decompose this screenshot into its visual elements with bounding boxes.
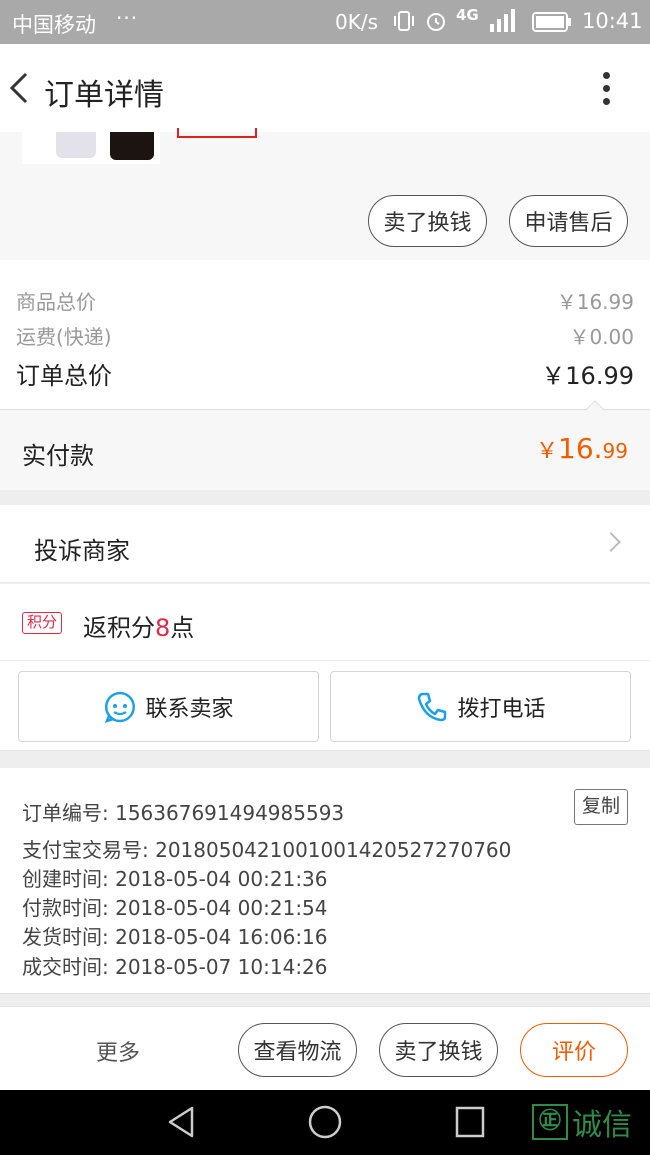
watermark-text: 诚信 <box>572 1108 632 1143</box>
call-phone-label: 拨打电话 <box>457 696 546 722</box>
clock: 10:41 <box>582 9 643 33</box>
price-summary: 商品总价 ￥16.99 运费(快递) ￥0.00 订单总价 ￥16.99 <box>0 260 650 410</box>
alarm-icon <box>427 13 445 31</box>
created-time: 创建时间: 2018-05-04 00:21:36 <box>22 867 328 891</box>
points-row: 积分 返积分8点 <box>0 584 650 661</box>
copy-button[interactable]: 复制 <box>574 789 628 825</box>
review-button[interactable]: 评价 <box>520 1023 628 1077</box>
goods-total-value: ￥16.99 <box>556 290 634 314</box>
points-suffix: 点 <box>170 614 195 642</box>
shipping-row: 运费(快递) ￥0.00 <box>16 321 634 350</box>
paid-time: 付款时间: 2018-05-04 00:21:54 <box>22 896 328 920</box>
points-prefix: 返积分 <box>83 614 155 642</box>
goods-total-label: 商品总价 <box>16 290 96 314</box>
network-type: 4G <box>456 6 479 24</box>
paid-label: 实付款 <box>22 442 94 470</box>
sell-for-cash-bottom-button[interactable]: 卖了换钱 <box>379 1023 498 1077</box>
phone-icon <box>418 692 447 721</box>
status-bar: 中国移动 ··· 0K/s 4G 10:41 <box>0 0 650 44</box>
points-badge: 积分 <box>22 612 63 634</box>
more-options-icon[interactable] <box>590 66 622 112</box>
order-total-row: 订单总价 ￥16.99 <box>16 356 634 391</box>
carrier-name: 中国移动 <box>12 13 96 37</box>
more-link[interactable]: 更多 <box>96 1035 140 1067</box>
product-tag <box>177 128 257 138</box>
watermark-logo: ㊣ 诚信 <box>532 1101 632 1143</box>
shipped-time: 发货时间: 2018-05-04 16:06:16 <box>22 925 328 949</box>
paid-value: ￥16.99 <box>536 432 628 465</box>
order-total-value: ￥16.99 <box>541 362 634 390</box>
order-info-section: 订单编号: 156367691494985593 复制 支付宝交易号: 2018… <box>0 768 650 994</box>
alipay-transaction-number: 支付宝交易号: 2018050421001001420527270760 <box>22 838 512 862</box>
product-image[interactable] <box>22 132 160 164</box>
watermark-badge: ㊣ <box>532 1104 568 1140</box>
bottom-action-bar: 更多 查看物流 卖了换钱 评价 <box>0 1006 650 1090</box>
vibrate-icon <box>394 11 414 31</box>
app-header: 订单详情 <box>0 44 650 132</box>
paid-currency: ￥ <box>536 439 559 464</box>
back-icon[interactable] <box>2 64 42 112</box>
product-section: 卖了换钱 申请售后 <box>0 128 650 260</box>
home-circle-icon[interactable] <box>307 1104 343 1140</box>
order-total-label: 订单总价 <box>16 362 112 390</box>
back-triangle-icon[interactable] <box>164 1104 198 1140</box>
points-amount: 8 <box>155 614 171 642</box>
paid-integer: 16. <box>558 432 603 465</box>
goods-total-row: 商品总价 ￥16.99 <box>16 286 634 315</box>
battery-icon <box>532 12 571 32</box>
contact-seller-label: 联系卖家 <box>145 696 234 722</box>
complain-merchant-label: 投诉商家 <box>34 537 130 565</box>
network-speed: 0K/s <box>335 10 378 34</box>
page-title: 订单详情 <box>44 78 164 113</box>
shipping-value: ￥0.00 <box>569 325 634 349</box>
view-logistics-button[interactable]: 查看物流 <box>238 1023 357 1077</box>
sell-for-cash-button[interactable]: 卖了换钱 <box>368 195 487 247</box>
points-text: 返积分8点 <box>83 608 194 643</box>
shipping-label: 运费(快递) <box>16 325 112 349</box>
chat-bubble-icon <box>105 691 136 723</box>
paid-decimal: 99 <box>602 439 628 463</box>
notification-dots: ··· <box>116 6 139 30</box>
contact-seller-button[interactable]: 联系卖家 <box>18 671 319 742</box>
signal-icon <box>490 9 515 32</box>
call-phone-button[interactable]: 拨打电话 <box>330 671 631 742</box>
recent-apps-icon[interactable] <box>453 1104 487 1140</box>
completed-time: 成交时间: 2018-05-07 10:14:26 <box>22 955 328 979</box>
paid-amount-row: 实付款 ￥16.99 <box>0 400 650 490</box>
complain-merchant-row[interactable]: 投诉商家 <box>0 505 650 583</box>
contact-section: 联系卖家 拨打电话 <box>0 661 650 751</box>
chevron-right-icon <box>601 532 621 552</box>
order-number: 订单编号: 156367691494985593 <box>22 801 345 825</box>
apply-aftersale-button[interactable]: 申请售后 <box>509 195 628 247</box>
